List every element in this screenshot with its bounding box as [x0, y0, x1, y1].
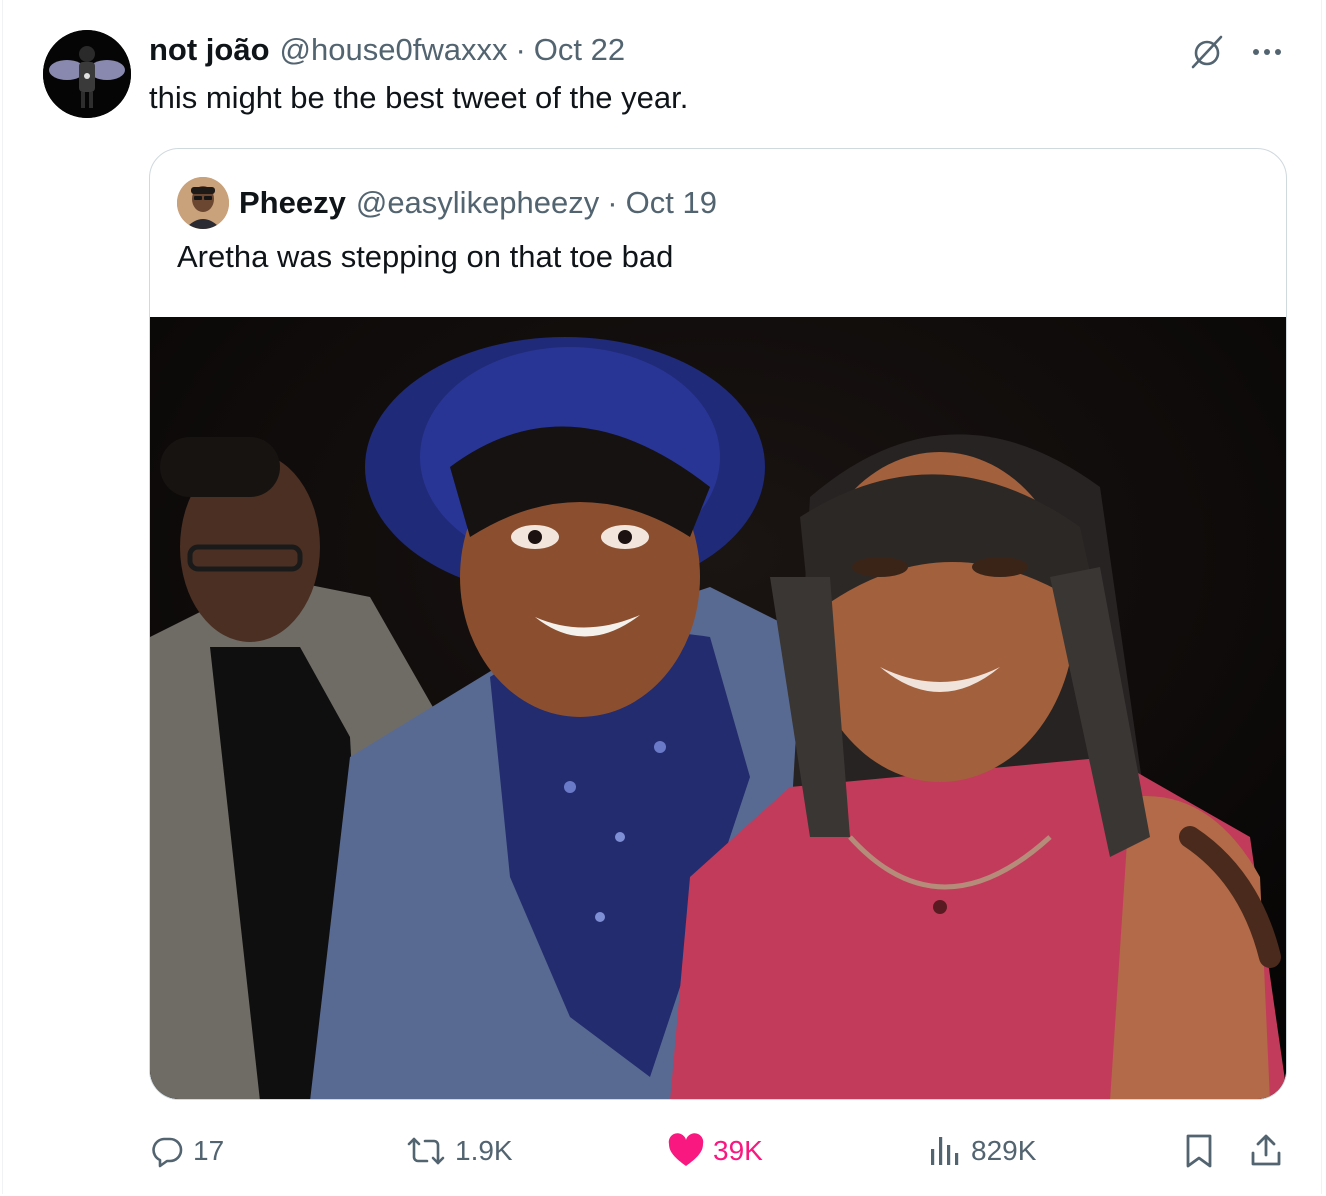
tweet-date[interactable]: Oct 22 [534, 32, 625, 68]
separator-dot: · [515, 32, 526, 67]
grok-icon[interactable] [1187, 32, 1227, 72]
author-handle[interactable]: @house0fwaxxx [280, 32, 508, 68]
share-icon [1251, 1134, 1281, 1166]
tweet-header: not joão @house0fwaxxx · Oct 22 [149, 30, 625, 70]
views-button[interactable]: 829K [927, 1126, 1036, 1176]
heart-icon [668, 1133, 704, 1166]
author-name[interactable]: not joão [149, 32, 270, 68]
reply-icon [152, 1137, 183, 1168]
like-count: 39K [713, 1135, 763, 1166]
quoted-author-avatar[interactable] [177, 177, 229, 229]
tweet-text: this might be the best tweet of the year… [149, 80, 689, 115]
views-icon [931, 1137, 959, 1165]
share-button[interactable] [1249, 1126, 1291, 1176]
tweet-container: not joão @house0fwaxxx · Oct 22 this mig… [2, 0, 1322, 1194]
more-icon[interactable] [1247, 32, 1287, 72]
repost-icon [407, 1137, 445, 1165]
bookmark-icon [1186, 1134, 1212, 1168]
quoted-tweet-date[interactable]: Oct 19 [626, 185, 717, 221]
quoted-author-handle[interactable]: @easylikepheezy [356, 185, 599, 221]
quoted-author-name[interactable]: Pheezy [239, 185, 346, 221]
tweet-photo[interactable] [150, 317, 1286, 1099]
bookmark-button[interactable] [1183, 1126, 1223, 1176]
quoted-tweet[interactable]: Pheezy @easylikepheezy · Oct 19 Aretha w… [149, 148, 1287, 1100]
like-button[interactable]: 39K [667, 1126, 763, 1176]
quoted-tweet-text: Aretha was stepping on that toe bad [177, 239, 674, 274]
repost-button[interactable]: 1.9K [405, 1126, 513, 1176]
quoted-tweet-header: Pheezy @easylikepheezy · Oct 19 [239, 181, 717, 225]
views-count: 829K [971, 1135, 1037, 1166]
reply-count: 17 [193, 1135, 225, 1166]
separator-dot: · [607, 185, 618, 220]
reply-button[interactable]: 17 [149, 1126, 224, 1176]
author-avatar[interactable] [43, 30, 131, 118]
repost-count: 1.9K [455, 1135, 513, 1166]
tweet-actions: 17 1.9K 39K 829K [3, 1126, 1326, 1176]
